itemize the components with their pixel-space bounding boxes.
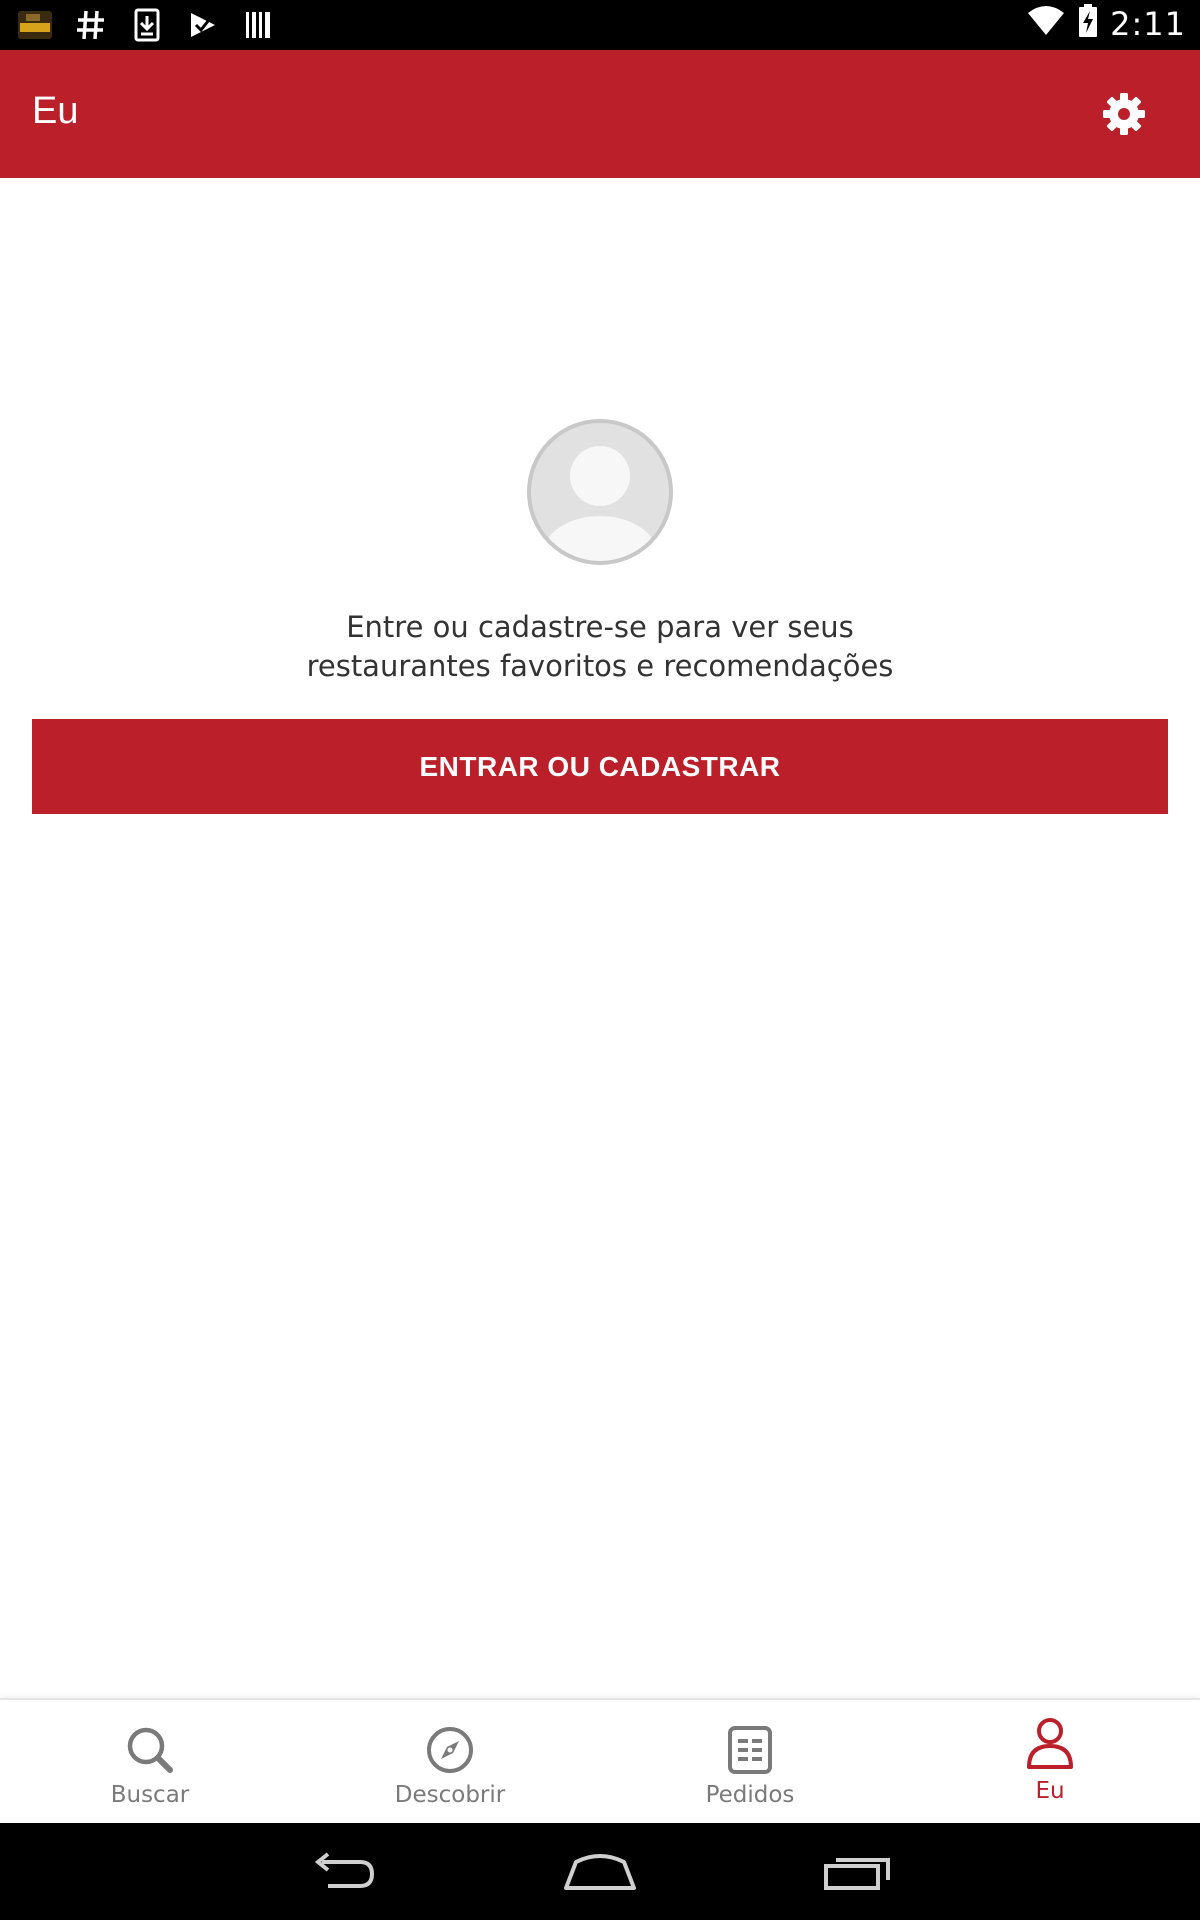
hash-icon [74,8,108,42]
back-button[interactable] [303,1847,383,1897]
home-button[interactable] [560,1847,640,1897]
nav-label-eu: Eu [1035,1778,1065,1804]
home-icon [564,1854,636,1890]
user-icon [1022,1716,1078,1772]
battery-charging-icon [1078,4,1098,43]
search-icon [122,1722,178,1778]
notification-icons [18,8,276,42]
wifi-icon [1026,5,1066,42]
login-prompt-line2: restaurantes favoritos e recomendações [306,649,894,683]
bottom-navigation: Buscar Descobrir Pedidos Eu [0,1698,1200,1823]
nav-label-descobrir: Descobrir [394,1782,506,1808]
recents-button[interactable] [818,1847,898,1897]
barcode-icon [242,8,276,42]
download-icon [130,8,164,42]
compass-icon [422,1722,478,1778]
settings-button[interactable] [1100,90,1148,138]
system-navigation-bar [0,1823,1200,1920]
nav-item-descobrir[interactable]: Descobrir [300,1700,600,1823]
nav-item-pedidos[interactable]: Pedidos [600,1700,900,1823]
back-icon [314,1852,375,1888]
nav-label-pedidos: Pedidos [705,1782,795,1808]
nav-item-eu[interactable]: Eu [900,1700,1200,1823]
page-title: Eu [32,90,79,132]
login-signup-button[interactable]: ENTRAR OU CADASTRAR [32,719,1168,814]
nav-label-buscar: Buscar [110,1782,190,1808]
profile-content: Entre ou cadastre-se para ver seus resta… [0,178,1200,1698]
status-bar: 2:11 [0,0,1200,50]
login-prompt-line1: Entre ou cadastre-se para ver seus [346,610,854,644]
app-bar: Eu [0,50,1200,178]
default-avatar-icon [526,418,674,566]
recipes-app-icon [18,8,52,42]
clock: 2:11 [1110,4,1186,43]
recents-icon [824,1858,890,1890]
orders-icon [722,1722,778,1778]
login-prompt: Entre ou cadastre-se para ver seus resta… [200,608,1000,686]
system-status: 2:11 [1026,4,1186,43]
play-store-icon [186,8,220,42]
nav-item-buscar[interactable]: Buscar [0,1700,300,1823]
gear-icon [1103,93,1145,135]
